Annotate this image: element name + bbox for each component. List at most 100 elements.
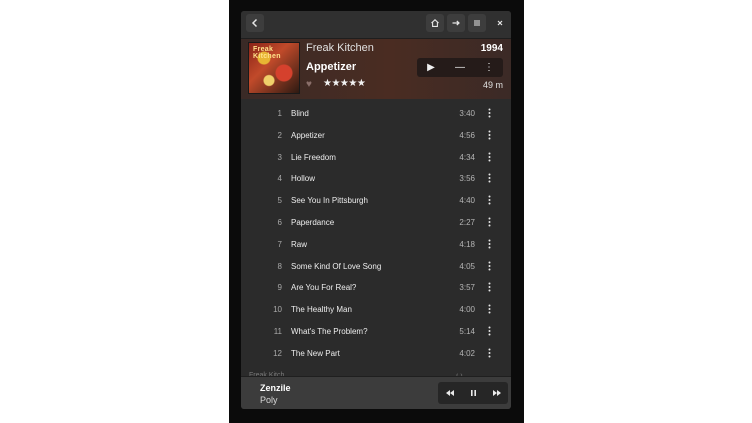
previous-icon — [445, 390, 454, 396]
track-menu-button[interactable] — [485, 172, 493, 184]
album-cover[interactable]: Freak Kitchen — [248, 42, 300, 94]
home-button[interactable] — [426, 14, 444, 32]
hamburger-menu-icon — [474, 20, 480, 26]
album-header: Freak Kitchen Freak Kitchen Appetizer 19… — [241, 39, 511, 99]
track-title: Some Kind Of Love Song — [291, 261, 382, 271]
forward-arrow-icon — [452, 20, 460, 26]
more-vertical-icon — [488, 173, 490, 183]
track-menu-button[interactable] — [485, 260, 493, 272]
track-row[interactable]: 12 The New Part 4:02 — [241, 342, 511, 364]
track-duration: 3:40 — [459, 109, 475, 118]
track-number: 6 — [277, 217, 282, 227]
now-playing-title[interactable]: Zenzile — [260, 383, 291, 393]
track-duration: 4:34 — [459, 152, 475, 162]
header-bar — [241, 11, 511, 39]
pause-icon — [471, 390, 476, 396]
close-button[interactable] — [491, 14, 509, 32]
more-vertical-icon — [488, 326, 490, 336]
next-icon — [492, 390, 501, 396]
close-icon — [497, 20, 503, 26]
forward-button[interactable] — [447, 14, 465, 32]
track-number: 1 — [277, 109, 282, 118]
track-title: Raw — [291, 239, 308, 249]
track-title: Hollow — [291, 174, 316, 184]
track-duration: 3:57 — [459, 283, 475, 293]
track-number: 2 — [277, 130, 282, 140]
track-menu-button[interactable] — [485, 281, 493, 293]
now-playing-artist[interactable]: Poly — [260, 395, 278, 405]
track-menu-button[interactable] — [485, 238, 493, 250]
track-number: 7 — [277, 239, 282, 249]
play-icon: ▶ — [427, 62, 435, 73]
more-vertical-icon — [488, 217, 490, 227]
track-row[interactable]: 7 Raw 4:18 — [241, 233, 511, 255]
rating-stars[interactable]: ★★★★★ — [323, 78, 366, 89]
more-vertical-icon — [488, 239, 490, 249]
track-menu-button[interactable] — [485, 303, 493, 315]
track-menu-button[interactable] — [485, 129, 493, 141]
track-number: 9 — [277, 283, 282, 293]
favorite-heart-icon[interactable]: ♥ — [306, 79, 312, 90]
track-row[interactable]: 10 The Healthy Man 4:00 — [241, 298, 511, 320]
more-vertical-icon — [488, 348, 490, 358]
track-title: Blind — [291, 109, 309, 118]
track-number: 3 — [277, 152, 282, 162]
track-title: Appetizer — [291, 130, 325, 140]
track-duration: 4:40 — [459, 196, 475, 206]
track-menu-button[interactable] — [485, 347, 493, 359]
more-vertical-icon — [488, 108, 490, 118]
track-title: Paperdance — [291, 217, 335, 227]
home-icon — [431, 19, 439, 27]
track-title: What's The Problem? — [291, 326, 368, 336]
track-menu-button[interactable] — [485, 216, 493, 228]
more-vertical-icon — [488, 195, 490, 205]
more-vertical-icon — [488, 282, 490, 292]
previous-button[interactable] — [438, 382, 461, 404]
minus-icon: — — [455, 62, 465, 73]
more-vertical-icon — [488, 130, 490, 140]
track-row[interactable]: 5 See You In Pittsburgh 4:40 — [241, 189, 511, 211]
track-menu-button[interactable] — [485, 325, 493, 337]
more-vertical-icon — [488, 304, 490, 314]
album-cover-logo: Freak Kitchen — [253, 46, 281, 60]
album-more-button[interactable]: ⋮ — [475, 58, 503, 77]
track-menu-button[interactable] — [485, 194, 493, 206]
track-number: 12 — [273, 348, 282, 358]
track-row[interactable]: 11 What's The Problem? 5:14 — [241, 320, 511, 342]
track-row[interactable]: 6 Paperdance 2:27 — [241, 211, 511, 233]
track-number: 8 — [277, 261, 282, 271]
track-duration: 5:14 — [459, 326, 475, 336]
track-row[interactable]: 2 Appetizer 4:56 — [241, 124, 511, 146]
more-vertical-icon: ⋮ — [484, 62, 494, 73]
player-bar: Zenzile Poly — [241, 376, 511, 409]
track-number: 11 — [273, 326, 282, 336]
pause-button[interactable] — [462, 382, 485, 404]
track-number: 5 — [277, 196, 282, 206]
track-menu-button[interactable] — [485, 151, 493, 163]
track-title: The New Part — [291, 348, 340, 358]
remove-album-button[interactable]: — — [446, 58, 474, 77]
album-artist[interactable]: Freak Kitchen — [306, 42, 374, 54]
track-title: The Healthy Man — [291, 305, 352, 315]
track-title: Are You For Real? — [291, 283, 357, 293]
track-menu-button[interactable] — [485, 107, 493, 119]
track-row[interactable]: 1 Blind 3:40 — [241, 102, 511, 124]
back-button[interactable] — [246, 14, 264, 32]
back-arrow-icon — [251, 18, 258, 28]
album-duration: 49 m — [482, 80, 503, 90]
track-duration: 4:00 — [459, 305, 475, 315]
track-title: See You In Pittsburgh — [291, 196, 368, 206]
menu-button[interactable] — [468, 14, 486, 32]
more-vertical-icon — [488, 261, 490, 271]
track-row[interactable]: 8 Some Kind Of Love Song 4:05 — [241, 255, 511, 277]
track-row[interactable]: 3 Lie Freedom 4:34 — [241, 146, 511, 168]
track-row[interactable]: 4 Hollow 3:56 — [241, 167, 511, 189]
track-row[interactable]: 9 Are You For Real? 3:57 — [241, 276, 511, 298]
more-vertical-icon — [488, 152, 490, 162]
next-button[interactable] — [485, 382, 508, 404]
track-duration: 4:18 — [459, 239, 475, 249]
track-duration: 4:56 — [459, 130, 475, 140]
track-number: 4 — [277, 174, 282, 184]
play-album-button[interactable]: ▶ — [417, 58, 445, 77]
track-duration: 3:56 — [459, 174, 475, 184]
